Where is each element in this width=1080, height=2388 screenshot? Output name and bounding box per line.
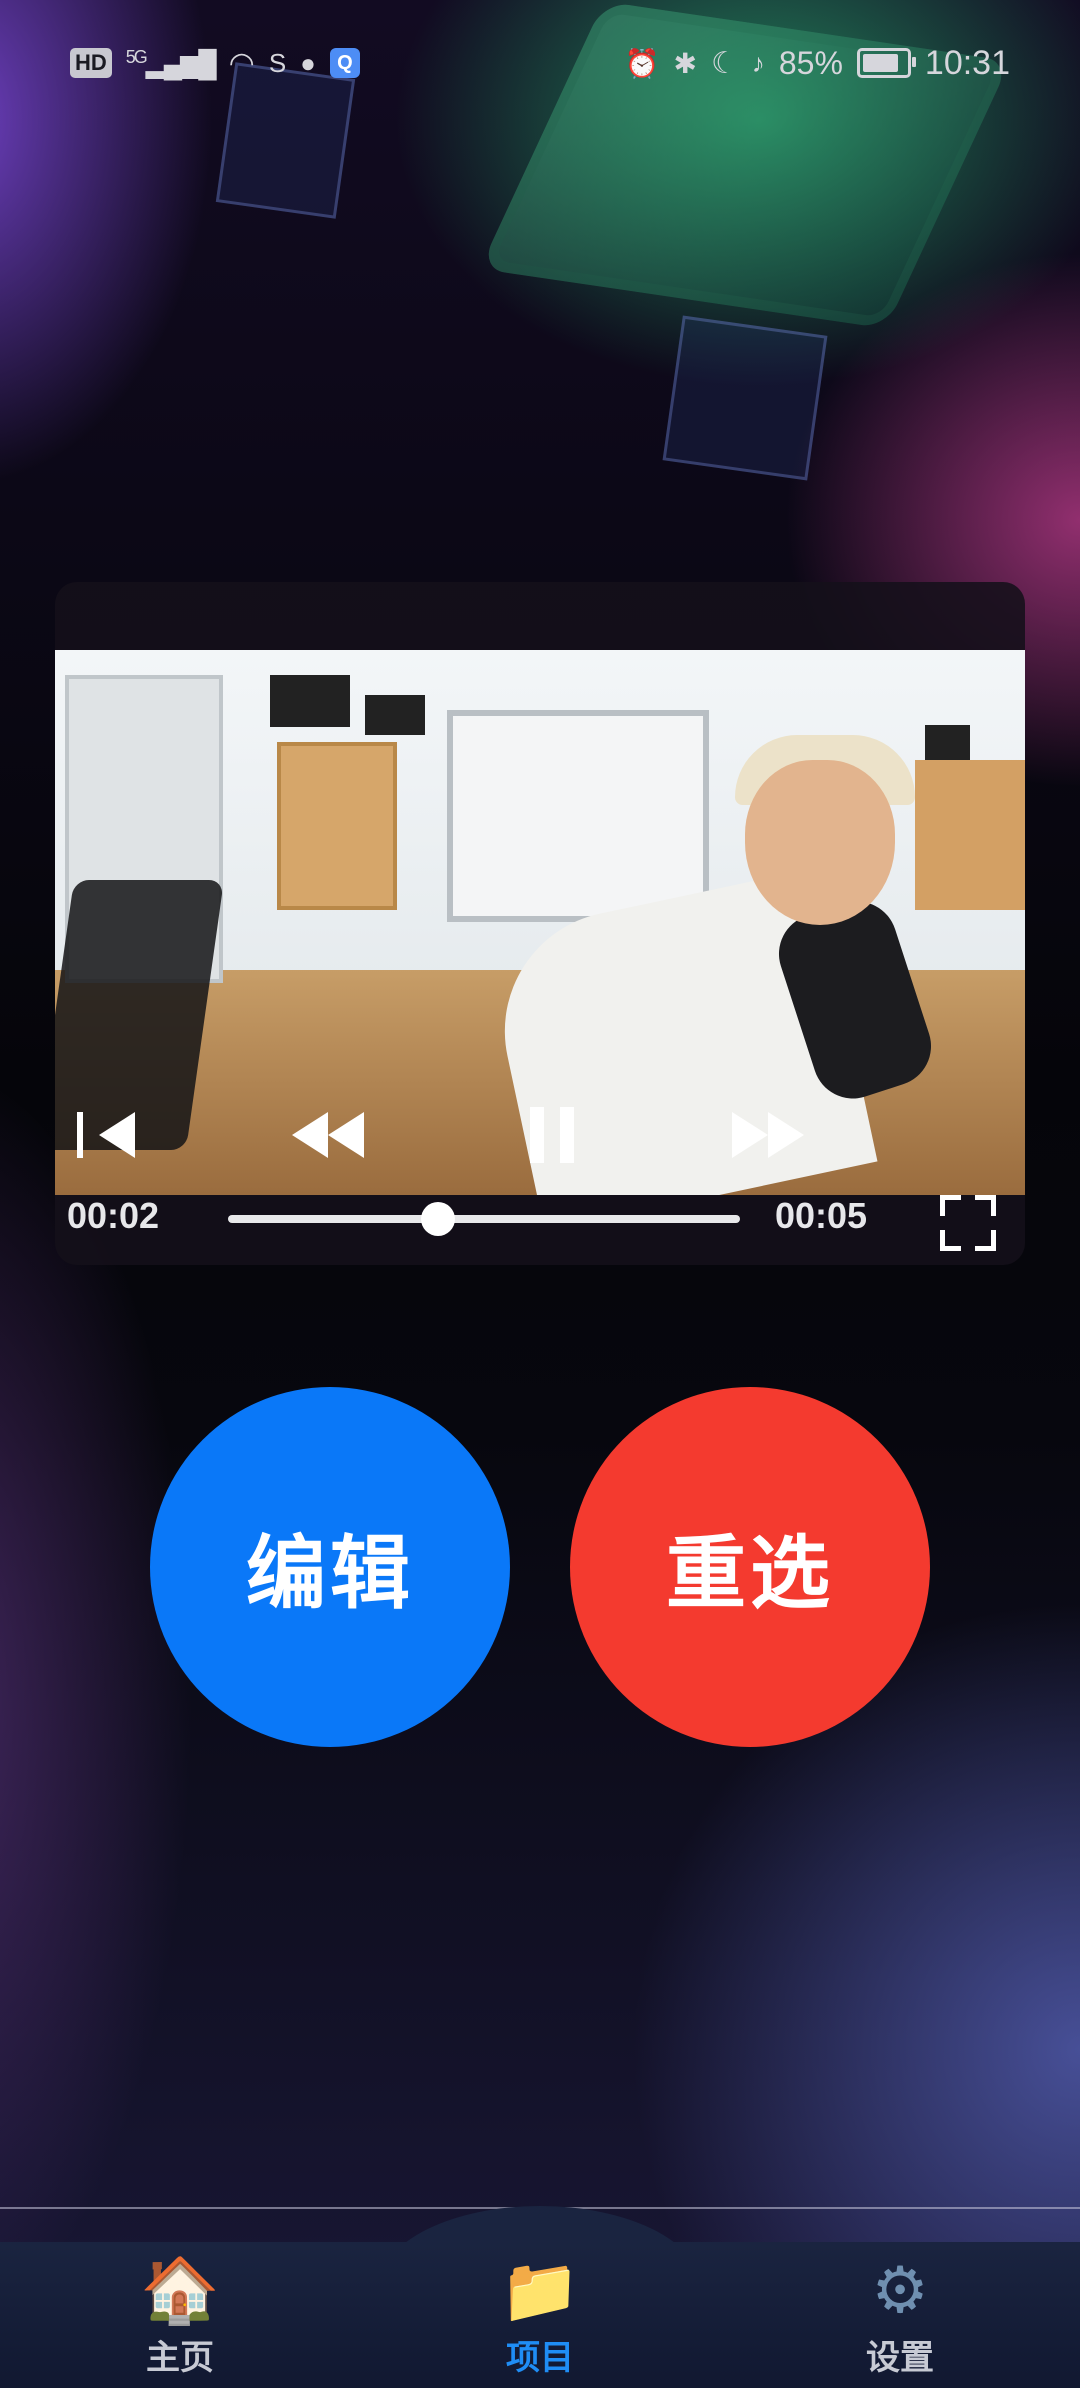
video-bookshelf xyxy=(277,742,397,910)
tab-settings-label: 设置 xyxy=(866,2338,934,2378)
mute-bell-icon: ♪ xyxy=(751,47,765,78)
previous-button[interactable] xyxy=(61,1105,151,1165)
skip-previous-icon xyxy=(77,1112,135,1158)
current-time: 00:02 xyxy=(67,1195,160,1236)
fullscreen-corner xyxy=(940,1195,961,1216)
clock: 10:31 xyxy=(924,43,1010,82)
tab-settings[interactable]: ⚙ 设置 xyxy=(790,2250,1010,2388)
battery-fill xyxy=(862,54,898,72)
video-monitor xyxy=(925,725,970,760)
battery-icon xyxy=(856,48,916,78)
fast-forward-icon xyxy=(732,1112,804,1158)
video-player: 00:02 00:05 xyxy=(55,582,1025,1265)
cube-graphic xyxy=(662,315,828,481)
fast-forward-button[interactable] xyxy=(723,1105,813,1165)
fullscreen-corner xyxy=(975,1230,996,1251)
duration: 00:05 xyxy=(775,1195,868,1236)
alarm-icon: ⏰ xyxy=(624,47,660,79)
progress-knob[interactable] xyxy=(420,1202,455,1236)
fullscreen-corner xyxy=(975,1195,996,1216)
video-monitor xyxy=(270,675,350,727)
video-frame[interactable] xyxy=(55,650,1025,1195)
pause-icon xyxy=(530,1107,574,1163)
video-person-head xyxy=(745,760,895,925)
reselect-button[interactable]: 重选 xyxy=(570,1387,930,1747)
fullscreen-button[interactable] xyxy=(940,1195,996,1251)
video-whiteboard xyxy=(447,710,709,922)
bluetooth-icon: ✱ xyxy=(673,47,697,79)
moon-icon: ☾ xyxy=(710,46,738,80)
wifi-icon: ◠ xyxy=(228,46,255,80)
pause-button[interactable] xyxy=(507,1105,597,1165)
status-left: HD 5G▂▄▆█ ◠ S ● Q xyxy=(70,46,360,81)
video-bookshelf xyxy=(915,760,1025,910)
tab-project[interactable]: 📁 项目 xyxy=(430,2250,650,2388)
video-monitor xyxy=(365,695,425,735)
signal-icon: 5G▂▄▆█ xyxy=(125,46,217,79)
playback-bar: 00:02 00:05 xyxy=(55,1180,1025,1251)
rewind-icon xyxy=(292,1112,364,1158)
status-right: ⏰ ✱ ☾ ♪ 85% 10:31 xyxy=(625,44,1010,83)
fullscreen-corner xyxy=(940,1230,961,1251)
rewind-button[interactable] xyxy=(283,1105,373,1165)
hd-badge: HD xyxy=(70,48,112,78)
status-bar: HD 5G▂▄▆█ ◠ S ● Q ⏰ ✱ ☾ ♪ 85% 10:31 xyxy=(70,38,1010,88)
tab-home-label: 主页 xyxy=(146,2338,214,2378)
gear-icon: ⚙ xyxy=(871,2254,929,2326)
wechat-icon: ● xyxy=(300,47,316,78)
tab-project-label: 项目 xyxy=(506,2338,574,2378)
network-type: 5G xyxy=(125,46,148,67)
progress-slider[interactable] xyxy=(228,1202,740,1236)
battery-percent: 85% xyxy=(778,44,843,81)
sim-icon: S xyxy=(268,47,287,78)
tab-home[interactable]: 🏠 主页 xyxy=(70,2250,290,2388)
qq-icon: Q xyxy=(329,48,360,78)
folder-icon: 📁 xyxy=(500,2254,580,2326)
edit-button[interactable]: 编辑 xyxy=(150,1387,510,1747)
house-icon: 🏠 xyxy=(140,2254,220,2326)
